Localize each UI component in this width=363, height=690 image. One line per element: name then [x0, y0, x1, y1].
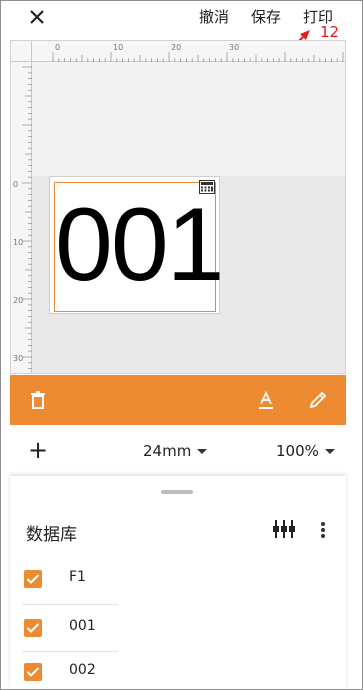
edit-toolbar: [10, 375, 346, 425]
ruler-tick-label: 10: [13, 238, 23, 247]
vertical-ruler: 0 10 20 30: [11, 41, 32, 373]
row-label: 001: [69, 618, 96, 634]
label-preview[interactable]: 001: [49, 176, 225, 314]
ruler-tick-label: 30: [13, 354, 23, 363]
ruler-tick-label: 20: [171, 43, 181, 52]
database-panel: 数据库 F1 001 002: [10, 476, 346, 690]
ruler-tick-label: 30: [229, 43, 239, 52]
checkbox[interactable]: [24, 619, 42, 637]
add-element-button[interactable]: +: [28, 438, 48, 462]
canvas-band-top: [32, 62, 345, 176]
save-button[interactable]: 保存: [251, 6, 281, 27]
row-label: F1: [69, 569, 86, 585]
trash-icon[interactable]: [26, 388, 50, 412]
size-bar: + 24mm 100%: [10, 430, 346, 472]
column-settings-icon[interactable]: [271, 518, 297, 540]
ruler-corner: [11, 41, 32, 62]
chevron-down-icon: [324, 449, 335, 454]
label-text[interactable]: 001: [55, 183, 225, 307]
database-title: 数据库: [26, 525, 77, 545]
label-canvas[interactable]: 0 10 20 30 0 10 20 30 001: [10, 40, 346, 374]
checkbox[interactable]: [24, 570, 42, 588]
list-item[interactable]: 001: [22, 607, 118, 651]
row-label: 002: [69, 662, 96, 678]
ruler-tick-label: 10: [113, 43, 123, 52]
horizontal-ruler: 0 10 20 30: [11, 41, 345, 62]
calculator-icon: [199, 179, 215, 194]
label-size-value: 24mm: [143, 442, 192, 460]
label-size-select[interactable]: 24mm: [143, 442, 208, 460]
drag-handle[interactable]: [161, 490, 193, 494]
ruler-tick-label: 20: [13, 296, 23, 305]
close-icon[interactable]: [26, 6, 48, 28]
ruler-tick-label: 0: [13, 180, 18, 189]
ruler-tick-label: 0: [55, 43, 60, 52]
checkbox[interactable]: [24, 663, 42, 681]
undo-button[interactable]: 撤消: [199, 6, 229, 27]
pencil-icon[interactable]: [306, 388, 330, 412]
more-vertical-icon[interactable]: [320, 520, 326, 540]
list-item[interactable]: F1: [22, 558, 118, 602]
text-element-frame[interactable]: 001: [54, 182, 225, 312]
list-item[interactable]: 002: [22, 651, 118, 690]
canvas-band-bottom: [32, 314, 345, 373]
zoom-value: 100%: [276, 442, 319, 460]
chevron-down-icon: [197, 449, 208, 454]
annotation-number: 12: [320, 23, 340, 41]
divider: [22, 604, 118, 605]
text-format-icon[interactable]: [254, 388, 278, 412]
zoom-select[interactable]: 100%: [276, 442, 335, 460]
